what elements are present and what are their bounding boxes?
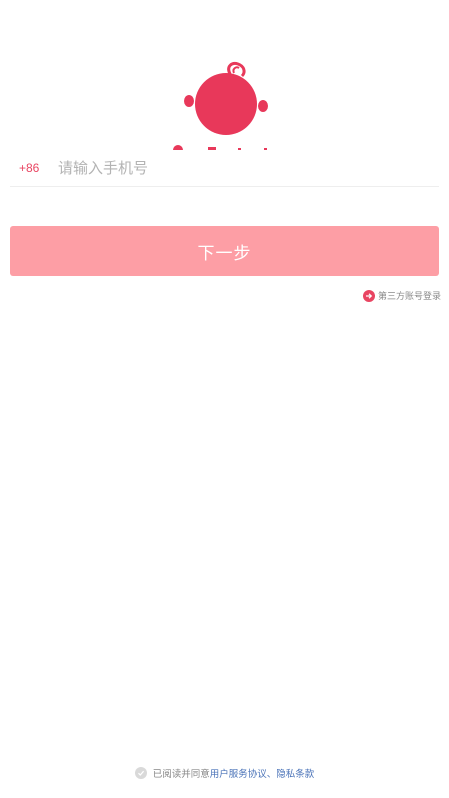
app-logo-icon: [168, 60, 280, 150]
country-code-selector[interactable]: +86: [10, 161, 58, 175]
check-circle-icon[interactable]: [134, 767, 147, 779]
phone-input-row: +86: [10, 150, 439, 187]
arrow-right-circle-icon: [362, 289, 375, 302]
third-party-login-link[interactable]: 第三方账号登录: [362, 289, 441, 302]
agreement-row: 已阅读并同意 用户服务协议 、 隐私条款: [0, 766, 449, 780]
next-button-label: 下一步: [197, 243, 252, 264]
next-button[interactable]: 下一步: [10, 226, 439, 276]
privacy-policy-link[interactable]: 隐私条款: [276, 766, 314, 780]
agreement-prefix: 已阅读并同意: [152, 769, 210, 780]
third-party-login-label: 第三方账号登录: [377, 292, 441, 302]
agreement-separator: 、: [266, 769, 277, 780]
terms-of-service-link[interactable]: 用户服务协议: [210, 766, 267, 780]
phone-input[interactable]: [58, 150, 439, 186]
login-screen: +86 下一步 第三方账号登录 已阅读并同意 用户服务协议 、 隐私条款: [0, 0, 449, 798]
